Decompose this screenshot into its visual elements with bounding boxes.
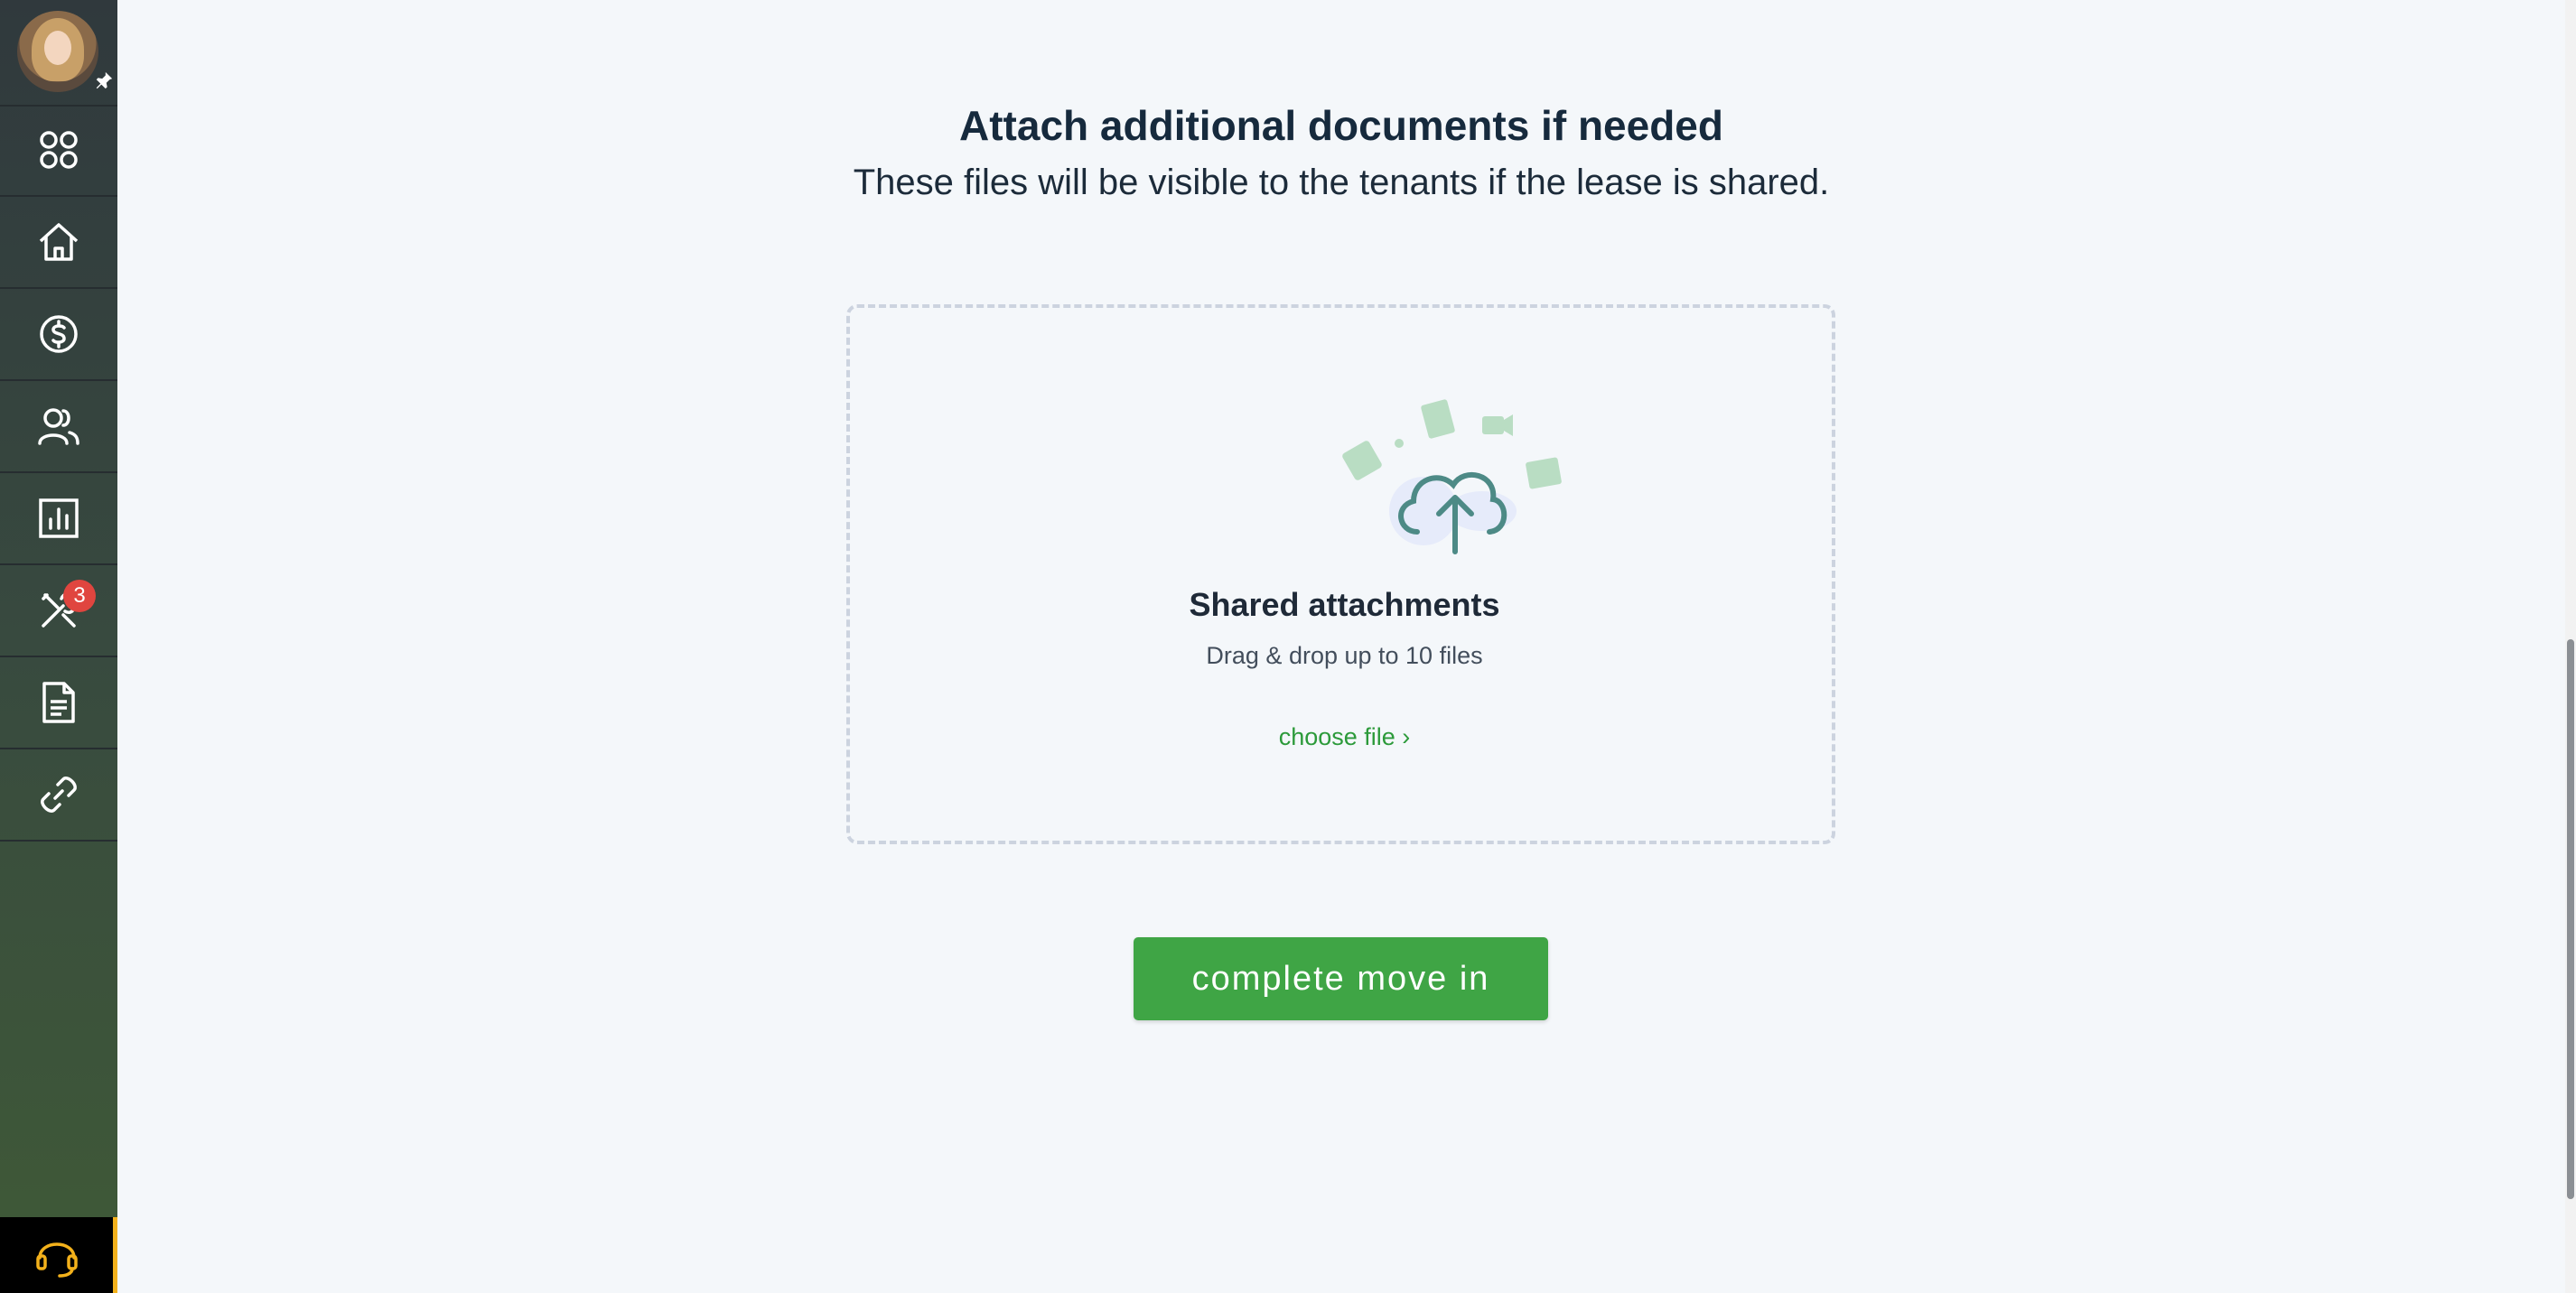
sidebar-item-links[interactable] xyxy=(0,749,117,842)
pin-icon[interactable] xyxy=(94,70,114,90)
sidebar-item-people[interactable] xyxy=(0,381,117,473)
home-icon xyxy=(39,223,79,261)
sidebar-item-apps[interactable] xyxy=(0,105,117,197)
user-avatar-area[interactable] xyxy=(0,0,117,107)
choose-file-link[interactable]: choose file › xyxy=(850,723,1839,751)
sidebar-item-reports[interactable] xyxy=(0,473,117,565)
sidebar-item-payments[interactable] xyxy=(0,289,117,381)
dropzone-title: Shared attachments xyxy=(1189,586,1500,623)
page-subtitle: These files will be visible to the tenan… xyxy=(853,163,1830,202)
scrollbar-thumb[interactable] xyxy=(2567,639,2574,1199)
sidebar: 3 xyxy=(0,0,117,1293)
cloud-upload-icon xyxy=(1342,399,1562,554)
avatar[interactable] xyxy=(17,11,98,92)
people-icon xyxy=(38,408,79,445)
complete-move-in-button[interactable]: complete move in xyxy=(1134,937,1548,1020)
headset-icon xyxy=(35,1242,78,1278)
link-icon xyxy=(41,777,77,813)
grid-icon xyxy=(40,131,78,169)
page-title: Attach additional documents if needed xyxy=(959,102,1723,149)
scrollbar[interactable] xyxy=(2565,0,2576,1293)
sidebar-item-maintenance[interactable]: 3 xyxy=(0,565,117,657)
chart-icon xyxy=(39,498,79,538)
sidebar-item-documents[interactable] xyxy=(0,657,117,749)
sidebar-item-home[interactable] xyxy=(0,197,117,289)
document-icon xyxy=(42,682,75,723)
main-content: Attach additional documents if needed Th… xyxy=(117,0,2576,1293)
notification-badge: 3 xyxy=(63,580,96,612)
dollar-icon xyxy=(40,315,78,353)
support-button[interactable] xyxy=(0,1217,117,1293)
dropzone-hint: Drag & drop up to 10 files xyxy=(1206,642,1483,669)
file-dropzone[interactable]: Shared attachments Drag & drop up to 10 … xyxy=(846,304,1835,844)
